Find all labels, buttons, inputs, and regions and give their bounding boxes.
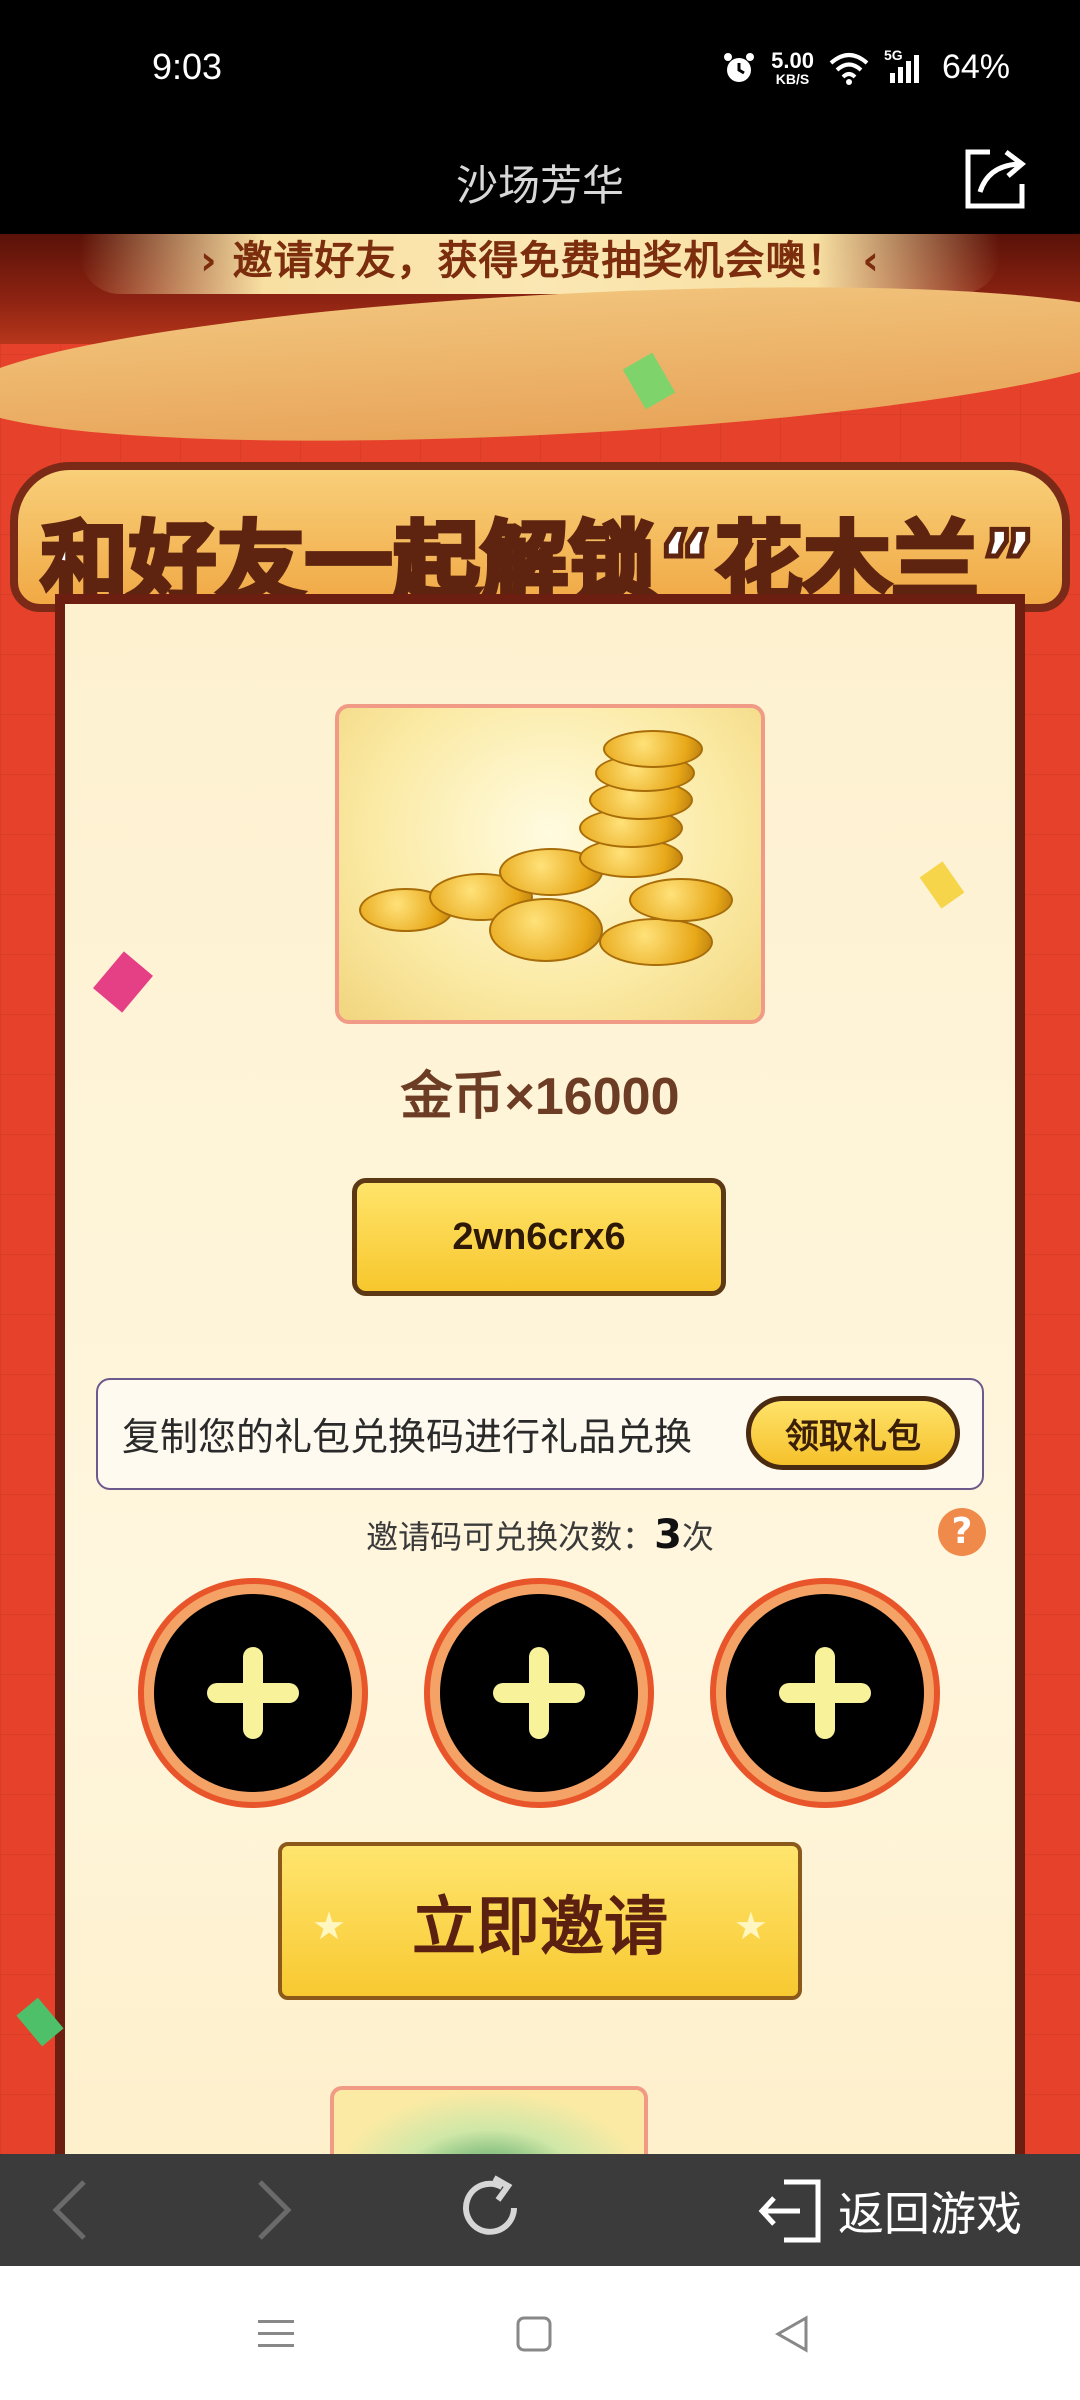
exit-icon [758, 2179, 821, 2243]
status-bar: 9:03 5.00 KB/S 5G 64% [0, 0, 1080, 140]
help-icon[interactable]: ? [938, 1508, 986, 1556]
invite-count: 邀请码可兑换次数：3次 [366, 1512, 714, 1558]
signal-bars-icon [889, 54, 919, 83]
invite-now-label: 立即邀请 [412, 1891, 668, 1965]
home-square-icon[interactable] [514, 2314, 554, 2354]
plus-icon [779, 1647, 871, 1739]
plus-icon [207, 1647, 299, 1739]
status-time: 9:03 [152, 46, 223, 87]
reward-label: 金币×16000 [400, 1068, 680, 1126]
battery-level: 64% [941, 48, 1010, 86]
system-nav-bar [0, 2266, 1080, 2400]
share-button[interactable] [960, 144, 1030, 214]
status-icons: 5.00 KB/S 5G 64% [721, 47, 1010, 87]
plus-icon [493, 1647, 585, 1739]
cellular-signal: 5G [884, 47, 928, 85]
share-icon [965, 149, 1026, 209]
back-button[interactable] [44, 2176, 94, 2248]
invite-slot-1[interactable] [138, 1578, 368, 1808]
redeem-instruction: 复制您的礼包兑换码进行礼品兑换 [122, 1415, 693, 1459]
coin-reward-image [335, 704, 765, 1024]
coin-icon [599, 918, 713, 966]
forward-button[interactable] [250, 2176, 300, 2248]
redeem-code-box: 复制您的礼包兑换码进行礼品兑换 领取礼包 [96, 1378, 984, 1490]
browser-toolbar: 返回游戏 [0, 2154, 1080, 2266]
chevron-right-icon [258, 2180, 292, 2240]
menu-icon[interactable] [256, 2314, 296, 2354]
refresh-button[interactable] [452, 2170, 528, 2250]
chevron-left-icon [52, 2180, 86, 2240]
return-to-game-button[interactable]: 返回游戏 [754, 2176, 1022, 2246]
gift-code-button[interactable]: 2wn6crx6 [352, 1178, 726, 1296]
invite-slot-2[interactable] [424, 1578, 654, 1808]
claim-gift-button[interactable]: 领取礼包 [746, 1396, 960, 1470]
page-title: 沙场芳华 [455, 161, 624, 210]
coin-icon [489, 898, 603, 962]
coin-icon [629, 878, 733, 922]
banner-text: › 邀请好友，获得免费抽奖机会噢！ ‹ [200, 238, 880, 284]
star-icon: ★ [733, 1904, 768, 1948]
title-bar: 沙场芳华 [0, 140, 1080, 234]
back-triangle-icon[interactable] [772, 2314, 812, 2354]
return-to-game-label: 返回游戏 [838, 2187, 1022, 2241]
invite-now-button[interactable]: ★ 立即邀请 ★ [278, 1842, 802, 2000]
event-heading: 和好友一起解锁“花木兰” [10, 422, 1070, 622]
refresh-icon [463, 2175, 517, 2235]
alarm-icon [724, 52, 755, 82]
network-speed: 5.00 KB/S [771, 47, 814, 87]
banner: › 邀请好友，获得免费抽奖机会噢！ ‹ [80, 234, 1000, 294]
coin-icon [603, 730, 703, 768]
wifi-icon [829, 52, 869, 85]
invite-slot-3[interactable] [710, 1578, 940, 1808]
